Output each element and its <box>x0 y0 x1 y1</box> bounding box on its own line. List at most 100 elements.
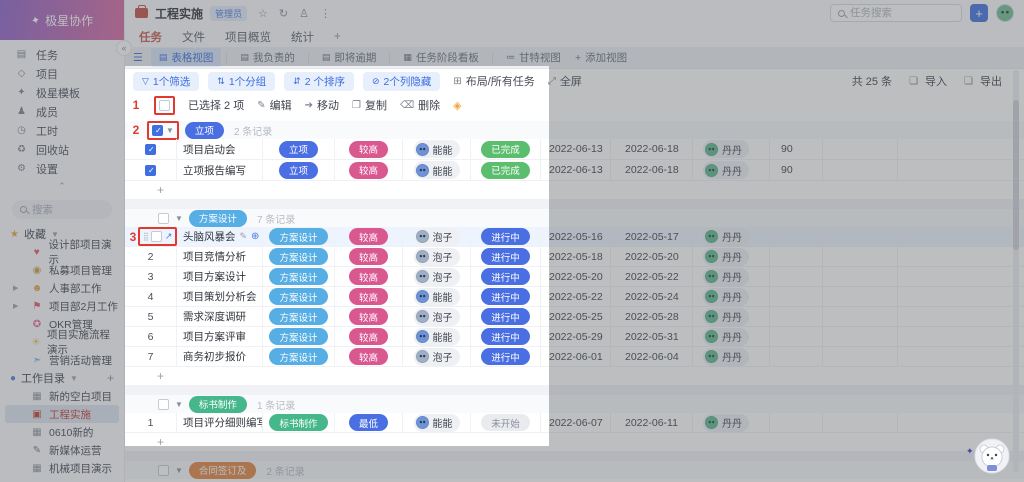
stage-cell[interactable]: 方案设计 <box>263 247 335 266</box>
priority-cell[interactable]: 较高 <box>335 347 403 366</box>
assignee-cell[interactable]: 泡子 <box>403 307 471 326</box>
stage-cell[interactable]: 方案设计 <box>263 347 335 366</box>
group-header[interactable]: ▼ 合同签订及 2 条记录 <box>125 461 1024 479</box>
group-dropdown-icon[interactable]: ▼ <box>175 466 183 475</box>
sidebar-item-settings[interactable]: ⚙ 设置 <box>0 159 124 178</box>
stage-cell[interactable]: 标书制作 <box>263 413 335 432</box>
progress-cell[interactable] <box>770 413 823 432</box>
table-row[interactable]: 2 项目竞情分析 方案设计 较高 泡子 进行中 2022-05-18 2022-05-20 丹丹 <box>125 247 1024 267</box>
stage-cell[interactable]: 立项 <box>263 160 335 180</box>
priority-cell[interactable]: 较高 <box>335 139 403 159</box>
sidebar-item-members[interactable]: ♟ 成员 <box>0 102 124 121</box>
status-cell[interactable]: 进行中 <box>471 287 541 306</box>
progress-cell[interactable] <box>770 227 823 246</box>
sidebar-item-hours[interactable]: ◷ 工时 <box>0 121 124 140</box>
table-row[interactable]: 3 项目方案设计 方案设计 较高 泡子 进行中 2022-05-20 2022-05-22 丹丹 <box>125 267 1024 287</box>
progress-cell[interactable] <box>770 347 823 366</box>
creator-cell[interactable]: 丹丹 <box>693 307 770 326</box>
select-all-checkbox[interactable] <box>159 99 170 111</box>
task-title-cell[interactable]: 商务初步报价 <box>177 347 263 366</box>
group-dropdown-icon[interactable]: ▼ <box>166 126 174 135</box>
task-title-cell[interactable]: 项目策划分析会 <box>177 287 263 306</box>
scrollbar-thumb[interactable] <box>1013 100 1019 250</box>
user-avatar[interactable] <box>996 4 1014 22</box>
assignee-cell[interactable]: 能能 <box>403 139 471 159</box>
status-cell[interactable]: 进行中 <box>471 307 541 326</box>
stage-cell[interactable]: 方案设计 <box>263 227 335 246</box>
checkbox[interactable] <box>150 231 162 242</box>
add-project-button[interactable]: + <box>107 371 114 385</box>
status-cell[interactable]: 进行中 <box>471 347 541 366</box>
task-title-cell[interactable]: 项目启动会 <box>177 139 263 159</box>
workdir-item[interactable]: ✎ 新媒体运营 <box>5 441 119 459</box>
checkbox[interactable] <box>145 143 156 155</box>
assistant-mascot-button[interactable]: ✦ <box>966 438 1010 474</box>
project-tab-项目概览[interactable]: 项目概览 <box>225 29 271 45</box>
end-date-cell[interactable]: 2022-05-17 <box>611 227 693 246</box>
start-date-cell[interactable]: 2022-05-29 <box>541 327 611 346</box>
group-header[interactable]: 2 ▼ 立项 2 条记录 <box>125 120 1024 140</box>
table-row[interactable]: 5 需求深度调研 方案设计 较高 泡子 进行中 2022-05-25 2022-05-28 丹丹 <box>125 307 1024 327</box>
fullscreen-button[interactable]: ⤢ 全屏 <box>548 73 582 89</box>
add-project-tab-button[interactable]: + <box>334 31 341 43</box>
checkbox[interactable] <box>145 164 156 176</box>
stage-cell[interactable]: 方案设计 <box>263 287 335 306</box>
priority-cell[interactable]: 较高 <box>335 307 403 326</box>
status-cell[interactable]: 进行中 <box>471 327 541 346</box>
end-date-cell[interactable]: 2022-05-22 <box>611 267 693 286</box>
view-tab[interactable]: ▤ 表格视图 <box>150 48 222 67</box>
stage-cell[interactable]: 立项 <box>263 139 335 159</box>
create-button[interactable]: + <box>970 4 988 22</box>
progress-cell[interactable] <box>770 287 823 306</box>
view-tab[interactable]: ≔ 甘特视图 <box>498 48 569 67</box>
workdir-item[interactable]: ▦ 0610新的 <box>5 423 119 441</box>
sidebar-item-trash[interactable]: ♻ 回收站 <box>0 140 124 159</box>
status-cell[interactable]: 已完成 <box>471 160 541 180</box>
priority-cell[interactable]: 较高 <box>335 247 403 266</box>
view-tab[interactable]: ▤ 我负责的 <box>232 48 303 67</box>
status-cell[interactable]: 进行中 <box>471 247 541 266</box>
nav-collapse-chevron-icon[interactable]: ⌃ <box>0 181 124 196</box>
creator-cell[interactable]: 丹丹 <box>693 247 770 266</box>
assignee-cell[interactable]: 泡子 <box>403 347 471 366</box>
add-task-row[interactable]: + <box>125 433 1024 451</box>
assignee-cell[interactable]: 能能 <box>403 160 471 180</box>
group-dropdown-icon[interactable]: ▼ <box>175 400 183 409</box>
add-view-button[interactable]: + 添加视图 <box>575 50 627 65</box>
add-task-row[interactable]: + <box>125 181 1024 199</box>
start-date-cell[interactable]: 2022-06-07 <box>541 413 611 432</box>
end-date-cell[interactable]: 2022-05-28 <box>611 307 693 326</box>
favorite-item[interactable]: ▶ ☻ 人事部工作 <box>5 279 119 297</box>
creator-cell[interactable]: 丹丹 <box>693 160 770 180</box>
stage-cell[interactable]: 方案设计 <box>263 307 335 326</box>
assignee-cell[interactable]: 泡子 <box>403 227 471 246</box>
workdir-header[interactable]: ● 工作目录 ▼ + <box>0 369 124 387</box>
edit-button[interactable]: ✎ 编辑 <box>257 97 291 113</box>
more-icon[interactable]: ⋮ <box>320 7 331 20</box>
group-dropdown-icon[interactable]: ▼ <box>175 214 183 223</box>
sidebar-search-field[interactable] <box>32 203 102 216</box>
assignee-cell[interactable]: 能能 <box>403 287 471 306</box>
view-menu-icon[interactable]: ☰ <box>133 51 143 64</box>
end-date-cell[interactable]: 2022-06-18 <box>611 139 693 159</box>
task-title-cell[interactable]: 立项报告编写 <box>177 160 263 180</box>
task-title-cell[interactable]: 项目竞情分析 <box>177 247 263 266</box>
end-date-cell[interactable]: 2022-05-20 <box>611 247 693 266</box>
favorite-item[interactable]: ◉ 私募项目管理 <box>5 261 119 279</box>
hide-button[interactable]: ⊘ 2个列隐藏 <box>362 71 441 91</box>
sort-button[interactable]: ⇵ 2 个排序 <box>284 71 354 91</box>
creator-cell[interactable]: 丹丹 <box>693 267 770 286</box>
assignee-cell[interactable]: 能能 <box>403 327 471 346</box>
export-button[interactable]: ❏ 导出 <box>964 73 1002 89</box>
assignee-cell[interactable]: 能能 <box>403 413 471 432</box>
sidebar-item-tasks[interactable]: ▤ 任务 <box>0 45 124 64</box>
import-button[interactable]: ❏ 导入 <box>909 73 947 89</box>
status-cell[interactable]: 已完成 <box>471 139 541 159</box>
progress-cell[interactable] <box>770 307 823 326</box>
checkbox[interactable] <box>152 124 163 136</box>
sync-icon[interactable]: ↻ <box>279 7 288 20</box>
creator-cell[interactable]: 丹丹 <box>693 413 770 432</box>
end-date-cell[interactable]: 2022-06-04 <box>611 347 693 366</box>
start-date-cell[interactable]: 2022-05-25 <box>541 307 611 326</box>
task-title-cell[interactable]: 项目评分细则编写 <box>177 413 263 432</box>
